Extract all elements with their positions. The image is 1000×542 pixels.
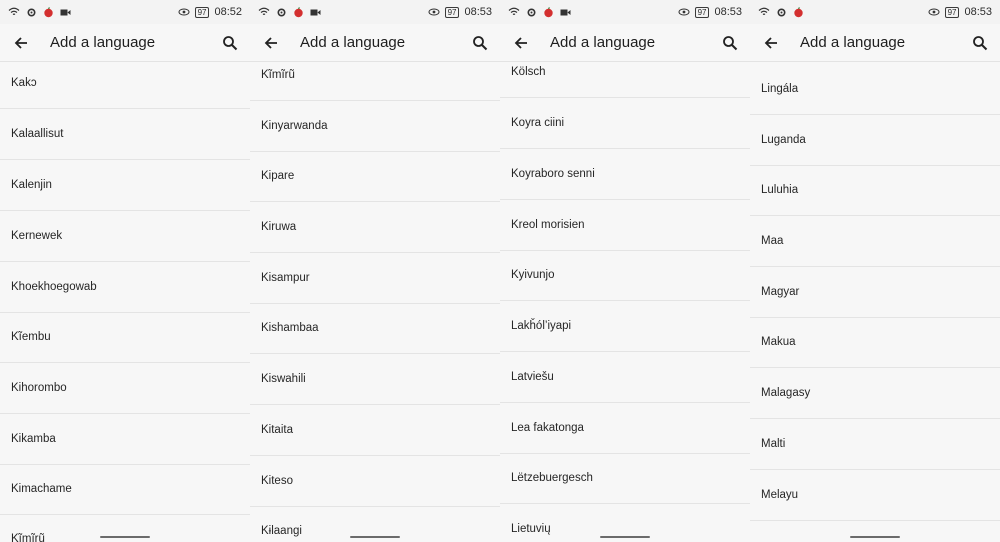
wifi-icon: [8, 6, 20, 18]
list-item[interactable]: Kiruwa: [250, 202, 500, 253]
status-bar: 97 08:52: [0, 0, 250, 24]
screen-3: 97 08:53 Add a language Kölsch Koyra cii…: [500, 0, 750, 542]
list-item[interactable]: Malti: [750, 419, 1000, 470]
language-list: Kakɔ Kalaallisut Kalenjin Kernewek Khoek…: [0, 62, 250, 542]
home-indicator[interactable]: [350, 536, 400, 538]
settings-gear-icon: [525, 6, 537, 18]
eye-comfort-icon: [178, 6, 190, 18]
search-button[interactable]: [212, 25, 248, 61]
back-arrow-icon: [764, 36, 777, 49]
home-indicator[interactable]: [600, 536, 650, 538]
list-item[interactable]: Luluhia: [750, 165, 1000, 216]
list-item[interactable]: Kalaallisut: [0, 109, 250, 160]
list-item[interactable]: Lingála: [750, 64, 1000, 115]
list-item[interactable]: Koyra ciini: [500, 98, 750, 149]
app-notification-icon: [292, 6, 304, 18]
back-button[interactable]: [3, 25, 39, 61]
search-icon: [973, 35, 988, 50]
home-indicator[interactable]: [100, 536, 150, 538]
search-icon: [473, 35, 488, 50]
list-item[interactable]: Latviešu: [500, 352, 750, 403]
status-bar: 97 08:53: [750, 0, 1000, 24]
battery-indicator: 97: [694, 6, 710, 18]
eye-comfort-icon: [928, 6, 940, 18]
list-item[interactable]: Kiswahili: [250, 354, 500, 405]
page-title: Add a language: [50, 34, 156, 51]
screens-row: 97 08:52 Add a language Kakɔ Kalaallisut…: [0, 0, 1000, 542]
list-item[interactable]: Kimachame: [0, 464, 250, 515]
video-camera-icon: [59, 6, 71, 18]
screen-1: 97 08:52 Add a language Kakɔ Kalaallisut…: [0, 0, 250, 542]
settings-gear-icon: [25, 6, 37, 18]
list-item[interactable]: Kiteso: [250, 456, 500, 507]
list-item[interactable]: Kisampur: [250, 253, 500, 304]
eye-comfort-icon: [678, 6, 690, 18]
battery-indicator: 97: [444, 6, 460, 18]
app-bar: Add a language: [750, 24, 1000, 62]
wifi-icon: [508, 6, 520, 18]
list-item[interactable]: Kihorombo: [0, 363, 250, 414]
list-item[interactable]: Melayu: [750, 470, 1000, 521]
list-item[interactable]: Maa: [750, 216, 1000, 267]
search-button[interactable]: [962, 25, 998, 61]
list-item[interactable]: Kishambaa: [250, 303, 500, 354]
list-item[interactable]: Kernewek: [0, 211, 250, 262]
list-item[interactable]: Lëtzebuergesch: [500, 453, 750, 504]
list-item[interactable]: Magyar: [750, 267, 1000, 318]
app-notification-icon: [542, 6, 554, 18]
list-item[interactable]: Kikamba: [0, 414, 250, 465]
page-title: Add a language: [300, 34, 406, 51]
app-bar: Add a language: [0, 24, 250, 62]
search-icon: [223, 35, 238, 50]
status-bar: 97 08:53: [500, 0, 750, 24]
list-item[interactable]: Kinyarwanda: [250, 101, 500, 152]
language-list: Lingála Luganda Luluhia Maa Magyar Makua…: [750, 62, 1000, 542]
status-time: 08:53: [464, 6, 492, 18]
list-item[interactable]: Kĩmĩrũ: [250, 50, 500, 101]
back-arrow-icon: [264, 36, 277, 49]
video-camera-icon: [309, 6, 321, 18]
list-item[interactable]: Khoekhoegowab: [0, 262, 250, 313]
app-notification-icon: [42, 6, 54, 18]
list-item[interactable]: Kipare: [250, 151, 500, 202]
language-list: Kĩmĩrũ Kinyarwanda Kipare Kiruwa Kisampu…: [250, 62, 500, 542]
list-item[interactable]: Kĩembu: [0, 312, 250, 363]
battery-indicator: 97: [944, 6, 960, 18]
status-time: 08:52: [214, 6, 242, 18]
list-item[interactable]: Kitaita: [250, 405, 500, 456]
status-time: 08:53: [964, 6, 992, 18]
list-item[interactable]: Makua: [750, 317, 1000, 368]
back-arrow-icon: [14, 36, 27, 49]
settings-gear-icon: [275, 6, 287, 18]
screen-4: 97 08:53 Add a language Lingála Luganda …: [750, 0, 1000, 542]
video-camera-icon: [559, 6, 571, 18]
home-indicator[interactable]: [850, 536, 900, 538]
status-time: 08:53: [714, 6, 742, 18]
back-button[interactable]: [753, 25, 789, 61]
list-item[interactable]: Koyraboro senni: [500, 149, 750, 200]
list-item[interactable]: Kreol morisien: [500, 200, 750, 251]
list-item[interactable]: Kölsch: [500, 47, 750, 98]
page-title: Add a language: [800, 34, 906, 51]
settings-gear-icon: [775, 6, 787, 18]
eye-comfort-icon: [428, 6, 440, 18]
screen-2: 97 08:53 Add a language Kĩmĩrũ Kinyarwan…: [250, 0, 500, 542]
status-bar: 97 08:53: [250, 0, 500, 24]
list-item[interactable]: Lea fakatonga: [500, 403, 750, 454]
list-item[interactable]: Kyivunjo: [500, 250, 750, 301]
language-list: Kölsch Koyra ciini Koyraboro senni Kreol…: [500, 62, 750, 542]
wifi-icon: [758, 6, 770, 18]
app-notification-icon: [792, 6, 804, 18]
wifi-icon: [258, 6, 270, 18]
list-item[interactable]: Lakȟól’iyapi: [500, 301, 750, 352]
list-item[interactable]: Malagasy: [750, 368, 1000, 419]
battery-indicator: 97: [194, 6, 210, 18]
list-item[interactable]: Kakɔ: [0, 58, 250, 109]
list-item[interactable]: Luganda: [750, 115, 1000, 166]
list-item[interactable]: Kalenjin: [0, 160, 250, 211]
